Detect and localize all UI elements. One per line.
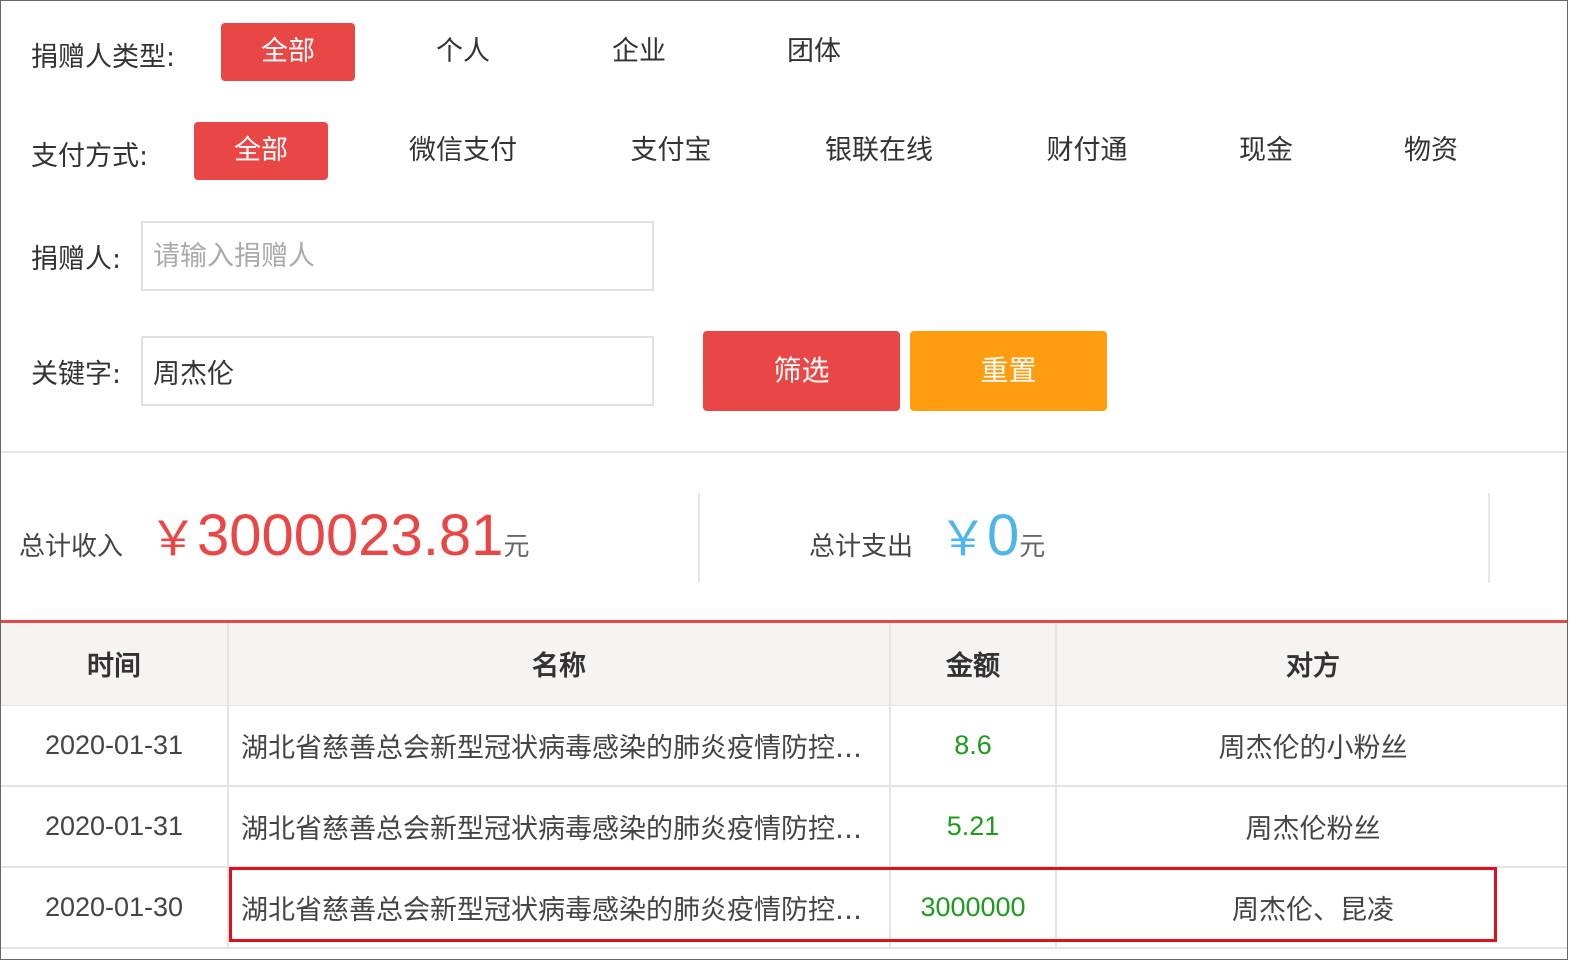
cell-name: 湖北省慈善总会新型冠状病毒感染的肺炎疫情防控… xyxy=(228,786,891,868)
filter-button[interactable]: 筛选 xyxy=(703,331,900,411)
donor-type-all[interactable]: 全部 xyxy=(221,23,355,81)
table-header-row: 时间 名称 金额 对方 xyxy=(1,623,1567,706)
payment-tenpay[interactable]: 财付通 xyxy=(1029,122,1145,180)
donor-type-enterprise[interactable]: 企业 xyxy=(585,23,693,81)
donor-type-individual[interactable]: 个人 xyxy=(409,23,517,81)
income-amount: 3000023.81 xyxy=(197,503,504,568)
donation-panel: 捐赠人类型: 全部 个人 企业 团体 支付方式: 全部 微信支付 支付宝 银联在… xyxy=(0,0,1568,960)
payment-all[interactable]: 全部 xyxy=(194,122,328,180)
donor-label: 捐赠人: xyxy=(31,244,122,275)
expense-currency: ￥ xyxy=(939,513,988,566)
table-row[interactable]: 2020-01-31 湖北省慈善总会新型冠状病毒感染的肺炎疫情防控… 8.6 周… xyxy=(1,705,1567,787)
total-income-label: 总计收入 xyxy=(19,532,124,562)
section-divider xyxy=(1,451,1567,453)
donor-input[interactable] xyxy=(141,221,654,291)
cell-amount: 8.6 xyxy=(890,705,1057,787)
total-expense-label: 总计支出 xyxy=(809,532,914,562)
payment-goods[interactable]: 物资 xyxy=(1388,122,1474,180)
table-row[interactable]: 2020-01-31 湖北省慈善总会新型冠状病毒感染的肺炎疫情防控… 5.21 … xyxy=(1,786,1567,868)
cell-time: 2020-01-30 xyxy=(1,867,229,949)
cell-time: 2020-01-31 xyxy=(1,786,229,868)
payment-alipay[interactable]: 支付宝 xyxy=(616,122,726,180)
payment-cash[interactable]: 现金 xyxy=(1223,122,1309,180)
income-unit: 元 xyxy=(503,531,530,561)
reset-button[interactable]: 重置 xyxy=(910,331,1107,411)
cell-name: 湖北省慈善总会新型冠状病毒感染的肺炎疫情防控… xyxy=(228,705,891,787)
keyword-input[interactable] xyxy=(141,336,654,406)
totals-divider xyxy=(698,493,700,583)
cell-party: 周杰伦、昆凌 xyxy=(1056,867,1567,949)
total-expense-value: ￥0元 xyxy=(939,499,1045,569)
header-time: 时间 xyxy=(1,623,229,706)
header-name: 名称 xyxy=(228,623,891,706)
cell-time: 2020-01-31 xyxy=(1,705,229,787)
cell-party: 周杰伦的小粉丝 xyxy=(1056,705,1567,787)
cell-amount: 3000000 xyxy=(890,867,1057,949)
income-currency: ￥ xyxy=(149,513,198,566)
donor-type-label: 捐赠人类型: xyxy=(31,42,176,73)
cell-name: 湖北省慈善总会新型冠状病毒感染的肺炎疫情防控… xyxy=(228,867,891,949)
expense-unit: 元 xyxy=(1019,531,1046,561)
payment-unionpay[interactable]: 银联在线 xyxy=(809,122,949,180)
cell-party: 周杰伦粉丝 xyxy=(1056,786,1567,868)
cell-amount: 5.21 xyxy=(890,786,1057,868)
expense-amount: 0 xyxy=(987,503,1020,568)
donation-table: 时间 名称 金额 对方 2020-01-31 湖北省慈善总会新型冠状病毒感染的肺… xyxy=(1,623,1567,949)
donor-type-group[interactable]: 团体 xyxy=(760,23,868,81)
payment-label: 支付方式: xyxy=(31,141,149,172)
header-party: 对方 xyxy=(1056,623,1567,706)
payment-wechat[interactable]: 微信支付 xyxy=(393,122,533,180)
total-income-value: ￥3000023.81元 xyxy=(149,499,529,569)
header-amount: 金额 xyxy=(890,623,1057,706)
totals-divider-right xyxy=(1488,493,1490,583)
table-row[interactable]: 2020-01-30 湖北省慈善总会新型冠状病毒感染的肺炎疫情防控… 30000… xyxy=(1,867,1567,949)
keyword-label: 关键字: xyxy=(31,359,122,390)
